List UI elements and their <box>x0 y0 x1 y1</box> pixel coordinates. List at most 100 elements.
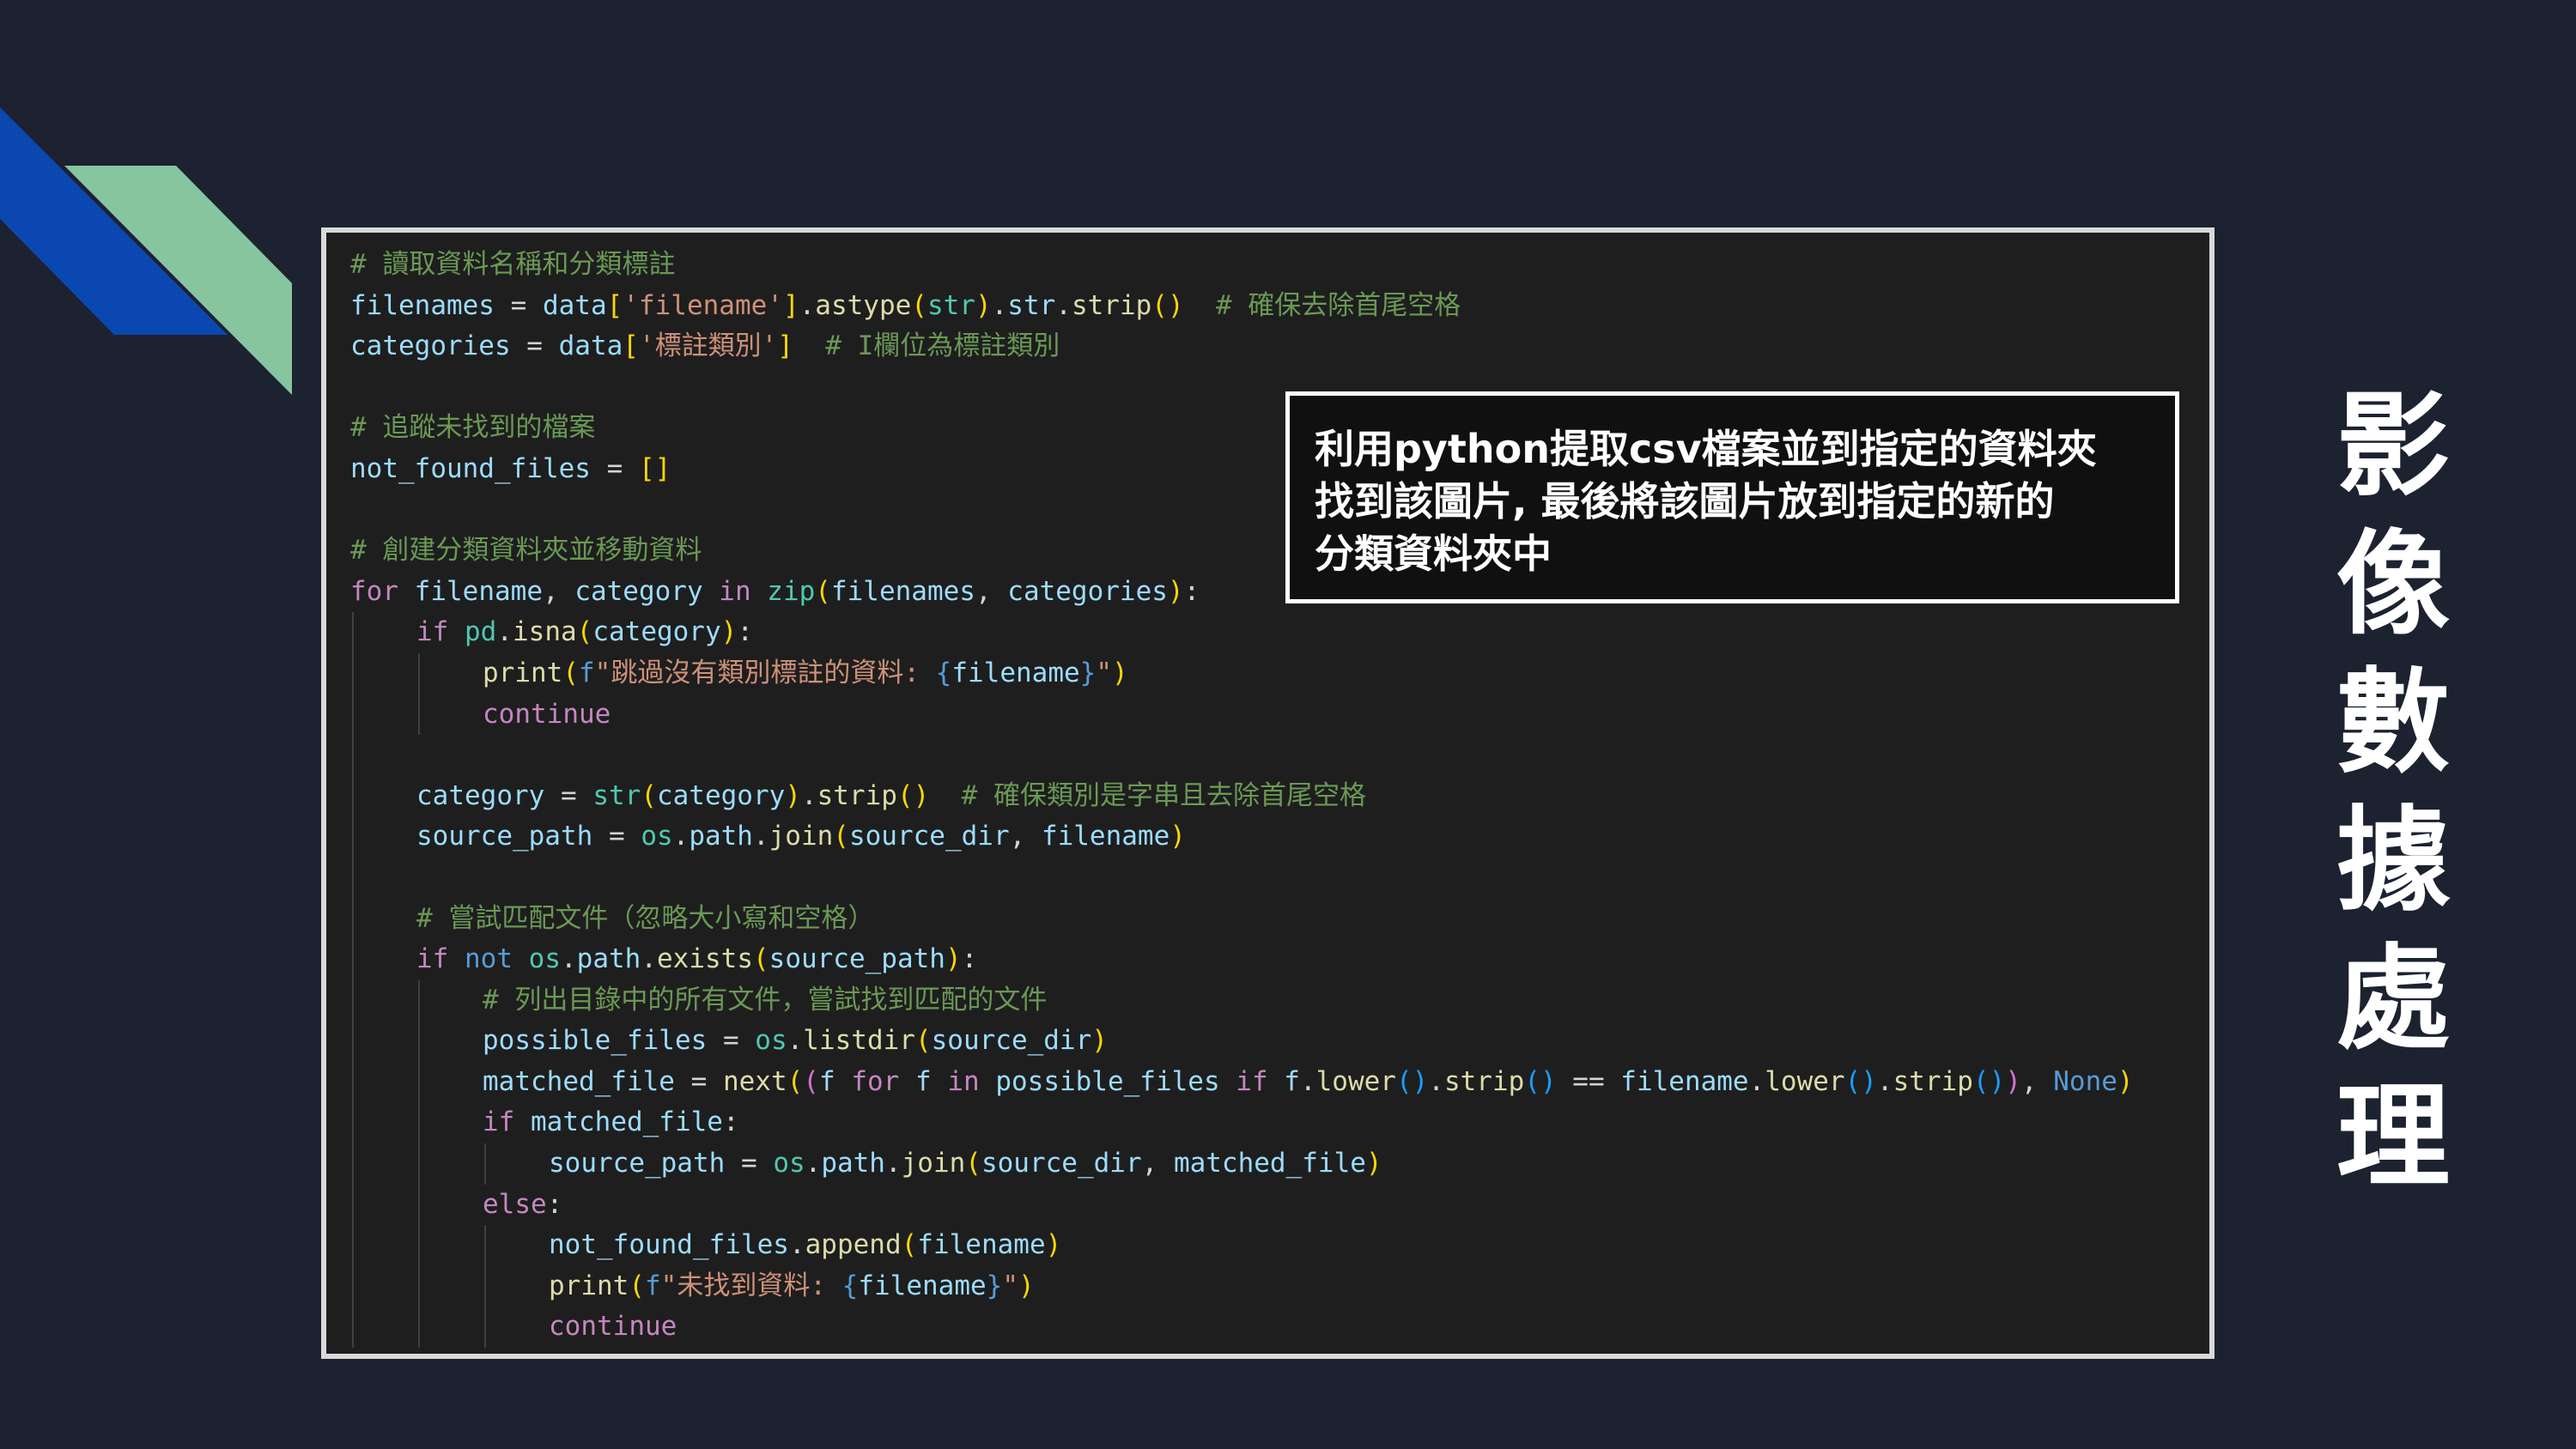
indent-guide <box>352 898 354 940</box>
code-token: ) <box>720 616 738 648</box>
code-line: source_path = os.path.join(source_dir, m… <box>350 1143 2209 1185</box>
code-token: ) <box>975 289 992 321</box>
indent-guide <box>418 1307 420 1349</box>
code-line: not_found_files.append(filename) <box>350 1225 2209 1266</box>
code-token: ) <box>2117 1065 2134 1097</box>
corner-decoration <box>0 107 292 395</box>
code-token: ( <box>803 1065 819 1097</box>
code-token: : <box>1183 575 1200 607</box>
code-token: = <box>494 289 543 321</box>
code-token: f <box>645 1270 661 1301</box>
code-token: . <box>561 943 577 975</box>
code-token: strip <box>1893 1065 1973 1097</box>
code-token: } <box>1079 657 1097 688</box>
indent-guide <box>418 1225 420 1266</box>
code-token: append <box>805 1229 902 1261</box>
code-line: # 讀取資料名稱和分類標註 <box>350 245 2209 286</box>
code-token: . <box>788 1229 805 1261</box>
code-token: ) <box>1112 657 1128 688</box>
code-line: print(f"未找到資料: {filename}") <box>350 1265 2209 1307</box>
code-token: # 確保類別是字串且去除首尾空格 <box>961 779 1366 811</box>
code-token: , <box>1141 1148 1174 1179</box>
code-token: . <box>800 779 817 811</box>
indent-guide <box>352 1184 354 1226</box>
code-token: ( <box>911 289 927 321</box>
title-char: 數 <box>2336 657 2450 789</box>
code-line: print(f"跳過沒有類別標註的資料: {filename}") <box>350 652 2209 694</box>
code-token: . <box>1055 289 1072 321</box>
code-token: astype <box>815 289 912 321</box>
code-token: data <box>542 289 607 321</box>
indent-guide <box>418 652 420 694</box>
code-token: ] <box>777 330 793 362</box>
code-token: () <box>1972 1065 2006 1097</box>
code-token: None <box>2053 1065 2117 1097</box>
code-line: if matched_file: <box>350 1102 2209 1144</box>
code-line: matched_file = next((f for f in possible… <box>350 1061 2209 1103</box>
code-token: if <box>1236 1065 1268 1097</box>
code-token: [] <box>638 452 671 484</box>
code-line: category = str(category).strip() # 確保類別是… <box>350 775 2209 817</box>
code-token: "跳過沒有類別標註的資料: <box>594 657 936 688</box>
slide-title: 影 像 數 據 處 理 <box>2332 378 2454 1207</box>
code-token: category <box>574 575 703 607</box>
code-token: lower <box>1315 1065 1396 1097</box>
code-token: ) <box>1365 1148 1382 1179</box>
code-token: if <box>483 1106 515 1138</box>
code-token: str <box>592 779 641 811</box>
code-token: filenames <box>350 289 495 321</box>
code-token: categories <box>1007 575 1168 607</box>
code-token: f <box>914 1065 932 1097</box>
code-token: : <box>737 616 753 648</box>
code-token: . <box>1876 1065 1893 1097</box>
code-token: . <box>641 943 657 975</box>
code-token: # I欄位為標註類別 <box>825 330 1060 362</box>
code-token: filename <box>414 575 543 607</box>
code-token: categories <box>350 330 511 362</box>
code-token: continue <box>483 698 611 730</box>
code-token: category <box>416 779 545 811</box>
indent-guide <box>352 1143 354 1185</box>
code-token: category <box>656 779 786 811</box>
indent-guide <box>352 612 354 653</box>
code-token: ( <box>576 616 593 648</box>
code-token: ) <box>1170 821 1186 852</box>
code-token: for <box>851 1065 900 1097</box>
code-token: "未找到資料: <box>660 1270 842 1301</box>
title-char: 像 <box>2336 518 2450 651</box>
code-token: matched_file <box>483 1065 675 1097</box>
code-token: ) <box>1091 1025 1108 1057</box>
code-token: source_dir <box>931 1025 1092 1057</box>
code-token: filename <box>951 657 1080 688</box>
code-token: source_dir <box>848 821 1010 852</box>
code-token: , <box>2020 1065 2054 1097</box>
title-char: 據 <box>2336 795 2450 927</box>
code-token: . <box>787 1025 804 1057</box>
code-token: join <box>769 821 834 852</box>
code-line <box>350 735 2209 776</box>
code-token: ) <box>945 943 962 975</box>
callout-line-2: 找到該圖片, 最後將該圖片放到指定的新的 <box>1315 478 2055 524</box>
code-line: continue <box>350 1307 2209 1349</box>
indent-guide <box>352 735 354 776</box>
title-char: 處 <box>2336 933 2450 1065</box>
code-line: if not os.path.exists(source_path): <box>350 939 2209 980</box>
code-token: filename <box>1620 1065 1749 1097</box>
indent-guide <box>418 1102 420 1144</box>
code-token: filename <box>858 1270 987 1301</box>
indent-guide <box>352 694 354 736</box>
code-token: : <box>722 1106 739 1138</box>
indent-guide <box>418 1265 420 1307</box>
code-token: source_path <box>549 1148 726 1179</box>
code-token: filename <box>917 1229 1046 1261</box>
code-token: os <box>528 943 561 975</box>
code-token: = <box>725 1148 774 1179</box>
indent-guide <box>484 1265 486 1307</box>
